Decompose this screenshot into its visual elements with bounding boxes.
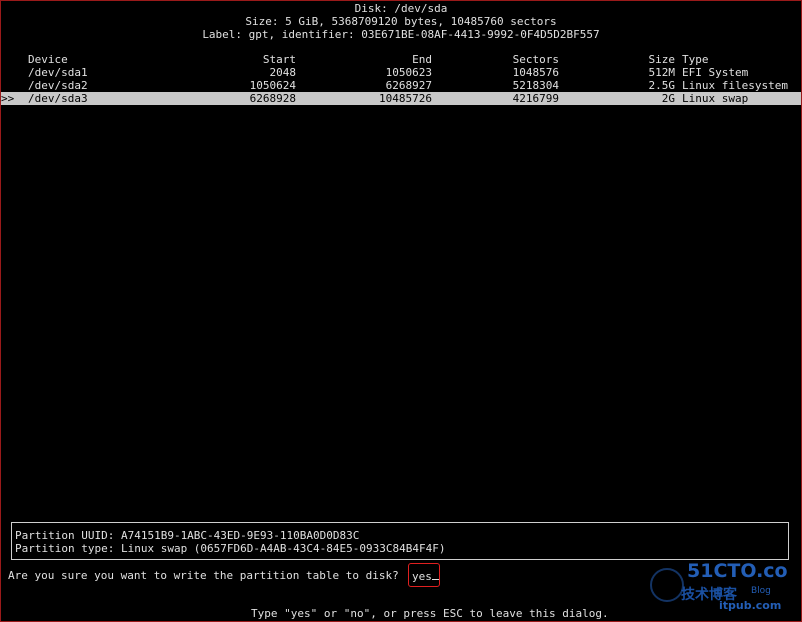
header-start: Start bbox=[262, 53, 296, 66]
partition-type: Partition type: Linux swap (0657FD6D-A4A… bbox=[15, 542, 446, 555]
header-sectors: Sectors bbox=[512, 53, 559, 66]
row-end: 6268927 bbox=[385, 79, 432, 92]
row-type: Linux swap bbox=[682, 92, 749, 105]
row-start: 1050624 bbox=[249, 79, 296, 92]
row-size: 512M bbox=[648, 66, 676, 79]
row-sectors: 1048576 bbox=[512, 66, 559, 79]
disk-label: Label: gpt, identifier: 03E671BE-08AF-44… bbox=[202, 28, 600, 41]
row-sectors: 5218304 bbox=[512, 79, 559, 92]
row-marker: >> bbox=[1, 92, 15, 105]
dialog-hint: Type "yes" or "no", or press ESC to leav… bbox=[251, 607, 609, 620]
partition-row-selected[interactable]: >> /dev/sda3 6268928 10485726 4216799 2G… bbox=[1, 92, 801, 105]
row-type: Linux filesystem bbox=[682, 79, 788, 92]
text-cursor bbox=[431, 569, 439, 580]
watermark-site: Blog bbox=[751, 586, 771, 596]
row-start: 2048 bbox=[269, 66, 297, 79]
row-type: EFI System bbox=[682, 66, 749, 79]
terminal-window: Disk: /dev/sda Size: 5 GiB, 5368709120 b… bbox=[0, 0, 802, 622]
disk-size: Size: 5 GiB, 5368709120 bytes, 10485760 … bbox=[245, 15, 557, 28]
row-device: /dev/sda1 bbox=[28, 66, 88, 79]
header-type: Type bbox=[682, 53, 709, 66]
write-confirm-prompt: Are you sure you want to write the parti… bbox=[8, 569, 399, 582]
disk-name: Disk: /dev/sda bbox=[354, 2, 448, 15]
watermark-graphic: 51CTO.com 技术博客 Blog itpub.com bbox=[650, 560, 801, 612]
header-end: End bbox=[412, 53, 432, 66]
answer-input[interactable]: yes bbox=[412, 569, 439, 583]
row-device: /dev/sda2 bbox=[28, 79, 88, 92]
answer-text: yes bbox=[412, 570, 432, 583]
row-end: 10485726 bbox=[379, 92, 432, 105]
row-sectors: 4216799 bbox=[512, 92, 559, 105]
row-end: 1050623 bbox=[385, 66, 432, 79]
row-device: /dev/sda3 bbox=[28, 92, 88, 105]
header-size: Size bbox=[648, 53, 676, 66]
header-device: Device bbox=[28, 53, 68, 66]
row-size: 2.5G bbox=[648, 79, 676, 92]
watermark-logo: 51CTO.com 技术博客 Blog itpub.com bbox=[647, 555, 801, 613]
partition-uuid: Partition UUID: A74151B9-1ABC-43ED-9E93-… bbox=[15, 529, 360, 542]
table-header: Device Start End Sectors Size Type bbox=[1, 53, 801, 66]
answer-annotation: yes bbox=[408, 563, 440, 587]
row-size: 2G bbox=[661, 92, 675, 105]
watermark-url: itpub.com bbox=[719, 599, 781, 612]
partition-row[interactable]: /dev/sda1 2048 1050623 1048576 512M EFI … bbox=[1, 66, 801, 79]
partition-row[interactable]: /dev/sda2 1050624 6268927 5218304 2.5G L… bbox=[1, 79, 801, 92]
watermark-brand: 51CTO.com bbox=[687, 560, 787, 582]
row-start: 6268928 bbox=[249, 92, 296, 105]
